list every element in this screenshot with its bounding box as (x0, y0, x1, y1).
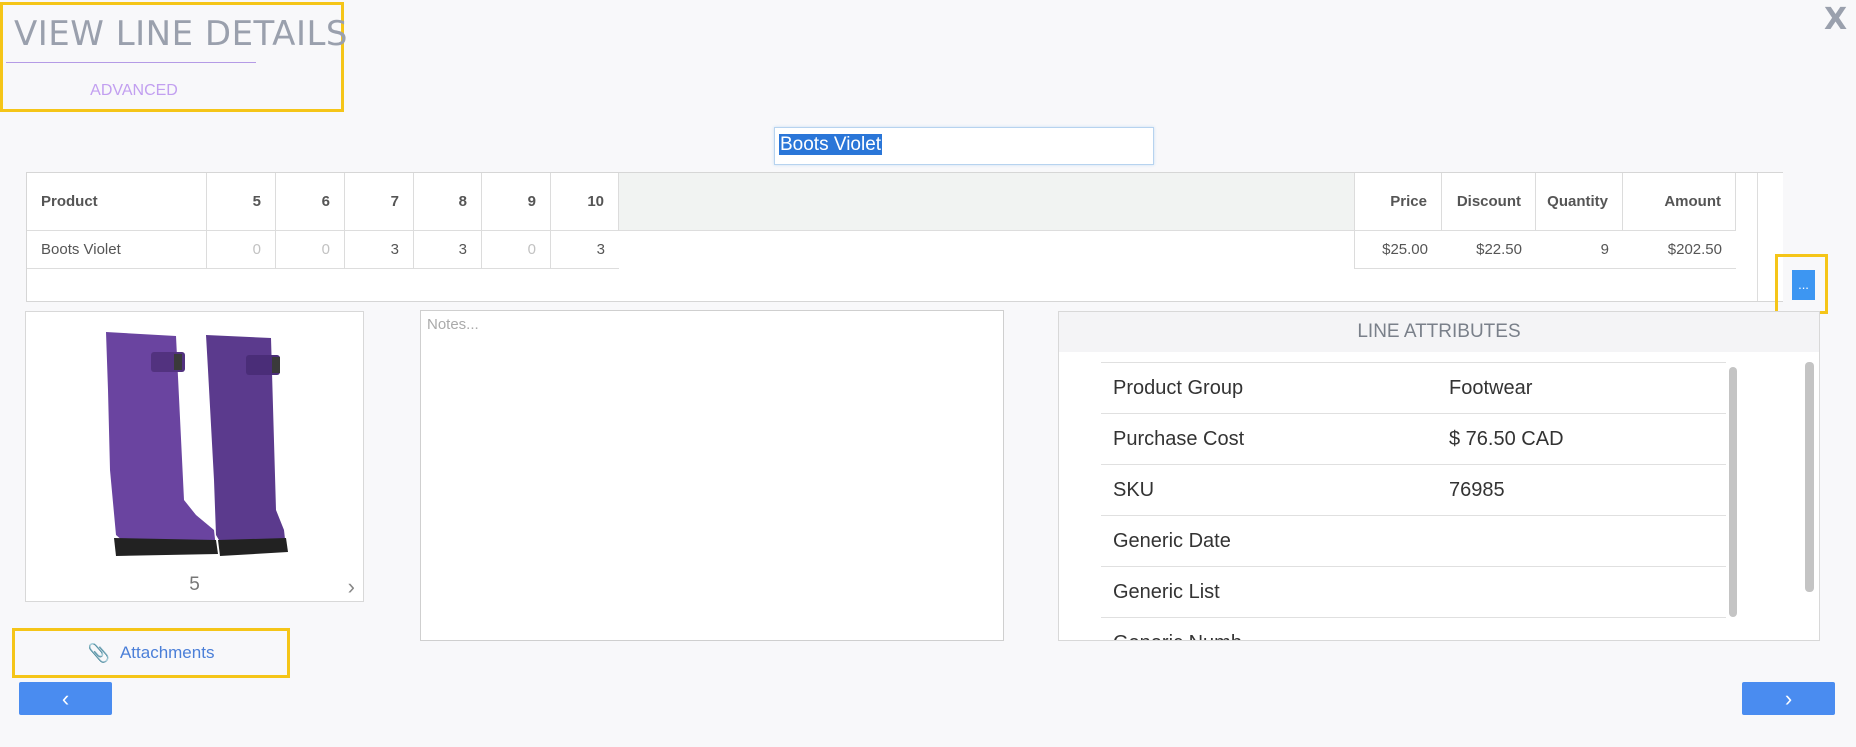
cell-quantity: 9 (1536, 231, 1623, 269)
col-header-product[interactable]: Product (27, 173, 207, 231)
next-button[interactable]: › (1742, 682, 1835, 715)
cell-price: $25.00 (1354, 231, 1442, 269)
attribute-label: Purchase Cost (1113, 427, 1245, 450)
attribute-row: SKU 76985 (1101, 464, 1726, 515)
grid-header-fill (619, 173, 1354, 231)
attribute-row: Generic Numb (1101, 617, 1726, 641)
attribute-row: Generic List (1101, 566, 1726, 617)
product-image-panel: 5 › (25, 311, 364, 602)
cell-size-7[interactable]: 3 (345, 231, 414, 269)
cell-size-10[interactable]: 3 (551, 231, 619, 269)
cell-size-5[interactable]: 0 (207, 231, 276, 269)
col-header-amount[interactable]: Amount (1623, 173, 1736, 231)
previous-button[interactable]: ‹ (19, 682, 112, 715)
product-name-field[interactable]: Boots Violet (774, 127, 1154, 165)
cell-size-8[interactable]: 3 (414, 231, 482, 269)
col-header-size-6[interactable]: 6 (276, 173, 345, 231)
col-header-size-7[interactable]: 7 (345, 173, 414, 231)
cell-product[interactable]: Boots Violet (27, 231, 207, 269)
attribute-label: Product Group (1113, 376, 1244, 399)
attribute-label: Generic List (1113, 580, 1220, 603)
attribute-value[interactable]: 76985 (1449, 479, 1726, 502)
more-options-button[interactable]: ... (1792, 270, 1815, 300)
attribute-row: Purchase Cost $ 76.50 CAD (1101, 413, 1726, 464)
col-header-size-10[interactable]: 10 (551, 173, 619, 231)
notes-textarea[interactable]: Notes... (420, 310, 1004, 641)
cell-discount: $22.50 (1442, 231, 1536, 269)
attribute-row: Generic Date (1101, 515, 1726, 566)
attribute-value[interactable]: $ 76.50 CAD (1449, 428, 1726, 451)
boots-image (96, 330, 296, 570)
col-header-price[interactable]: Price (1354, 173, 1442, 231)
cell-size-6[interactable]: 0 (276, 231, 345, 269)
product-name-value: Boots Violet (779, 134, 883, 155)
attribute-list: Product Group Footwear Purchase Cost $ 7… (1101, 362, 1726, 641)
chevron-right-icon: › (1784, 686, 1793, 711)
page-title: VIEW LINE DETAILS (14, 14, 348, 54)
attribute-panel-scrollbar[interactable] (1805, 362, 1814, 592)
attribute-label: Generic Numb (1101, 632, 1449, 641)
col-header-discount[interactable]: Discount (1442, 173, 1536, 231)
attribute-list-scrollbar[interactable] (1729, 367, 1737, 617)
attachments-button[interactable]: 📎 Attachments (14, 630, 288, 676)
title-underline (6, 62, 256, 63)
close-button[interactable]: X (1824, 2, 1847, 37)
chevron-right-icon[interactable]: › (348, 574, 355, 600)
col-header-size-5[interactable]: 5 (207, 173, 276, 231)
paperclip-icon: 📎 (87, 642, 110, 663)
line-attributes-title: LINE ATTRIBUTES (1059, 312, 1819, 352)
attribute-label: SKU (1113, 478, 1155, 501)
cell-amount: $202.50 (1623, 231, 1736, 269)
chevron-left-icon: ‹ (61, 686, 70, 711)
col-header-size-9[interactable]: 9 (482, 173, 551, 231)
line-grid: Product 5 6 7 8 9 10 Price Discount Quan… (26, 172, 1783, 302)
attribute-row: Product Group Footwear (1101, 362, 1726, 413)
col-header-size-8[interactable]: 8 (414, 173, 482, 231)
attachments-label: Attachments (119, 643, 215, 662)
attribute-label: Generic Date (1113, 529, 1231, 552)
attribute-value[interactable]: Footwear (1449, 377, 1726, 400)
col-header-quantity[interactable]: Quantity (1536, 173, 1623, 231)
tab-advanced[interactable]: ADVANCED (0, 82, 268, 100)
cell-size-9[interactable]: 0 (482, 231, 551, 269)
line-attributes-panel: LINE ATTRIBUTES Product Group Footwear P… (1058, 311, 1820, 641)
image-index: 5 (189, 574, 200, 595)
